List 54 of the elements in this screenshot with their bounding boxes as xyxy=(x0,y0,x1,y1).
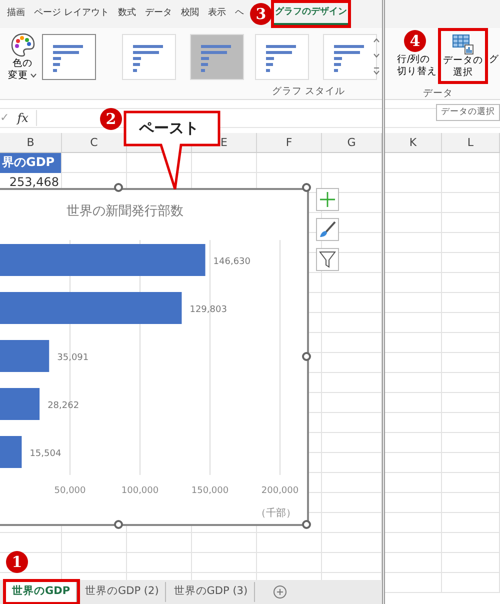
axis-tick-label: 50,000 xyxy=(54,486,86,496)
ribbon-tab[interactable]: 校閲 xyxy=(180,4,200,24)
ribbon-tab[interactable]: ヘ xyxy=(234,4,245,24)
chart-tool-button[interactable] xyxy=(316,248,339,271)
column-header[interactable]: F xyxy=(286,136,292,149)
plus-icon xyxy=(317,189,338,210)
select-data-button[interactable]: データの 選択 xyxy=(441,31,485,81)
ribbon-tab[interactable]: データ xyxy=(144,4,173,24)
ribbon-tab[interactable]: 描画 xyxy=(6,4,26,24)
ribbon-tab[interactable]: 数式 xyxy=(116,4,137,24)
axis-tick-label: 100,000 xyxy=(121,486,159,496)
tooltip: データの選択 xyxy=(436,104,500,121)
funnel-icon xyxy=(317,249,338,270)
data-label: 15,504 xyxy=(30,449,62,459)
column-header[interactable]: G xyxy=(347,136,356,149)
table-cell-text: 253,468 xyxy=(8,174,60,191)
data-label: 28,262 xyxy=(48,401,80,411)
color-change-button[interactable]: 色の 変更 xyxy=(6,30,39,84)
group-label: グラフ スタイル xyxy=(272,85,346,99)
axis-tick-label: 150,000 xyxy=(191,486,229,496)
brush-icon xyxy=(317,219,338,240)
chart-title: 世界の新聞発行部数 xyxy=(66,204,184,219)
bar xyxy=(0,436,22,468)
ribbon-tab[interactable]: グラフのデザイン xyxy=(274,3,348,25)
column-header[interactable]: B xyxy=(26,136,34,149)
column-header[interactable]: L xyxy=(467,136,474,149)
add-sheet-button[interactable] xyxy=(272,584,287,600)
axis-unit-label: （千部） xyxy=(256,508,296,519)
bar xyxy=(0,340,50,372)
chart-tool-button[interactable] xyxy=(316,218,339,241)
sheet-tab[interactable]: 世界のGDP xyxy=(6,582,78,602)
sheet-tab[interactable]: 世界のGDP (2) xyxy=(79,582,166,602)
axis-tick-label: 200,000 xyxy=(261,486,299,496)
column-header[interactable]: C xyxy=(90,136,98,149)
column-header[interactable]: E xyxy=(220,136,228,149)
table-cell: 界のGDP xyxy=(0,153,61,173)
callout-text: ペースト xyxy=(139,118,199,139)
ribbon-tab[interactable]: 表示 xyxy=(206,4,227,24)
ribbon-tab[interactable]: ページ レイアウト xyxy=(33,4,110,24)
data-label: 146,630 xyxy=(213,257,250,267)
plus-icon xyxy=(272,584,287,599)
sheet-tab[interactable]: 世界のGDP (3) xyxy=(168,582,255,602)
data-label: 129,803 xyxy=(190,305,227,315)
caret-icon xyxy=(30,72,37,78)
bar xyxy=(0,388,40,420)
function-icon[interactable]: fx xyxy=(17,109,28,127)
table-chart-icon xyxy=(452,33,474,55)
ribbon-button[interactable]: グ xyxy=(487,52,500,68)
group-label: データ xyxy=(423,87,453,101)
column-header[interactable]: K xyxy=(409,136,417,149)
chart-style-thumbnail[interactable] xyxy=(42,34,96,80)
switch-row-column-button[interactable]: 行/列の 切り替え xyxy=(395,52,439,80)
palette-icon xyxy=(10,32,36,58)
data-label: 35,091 xyxy=(57,353,89,363)
